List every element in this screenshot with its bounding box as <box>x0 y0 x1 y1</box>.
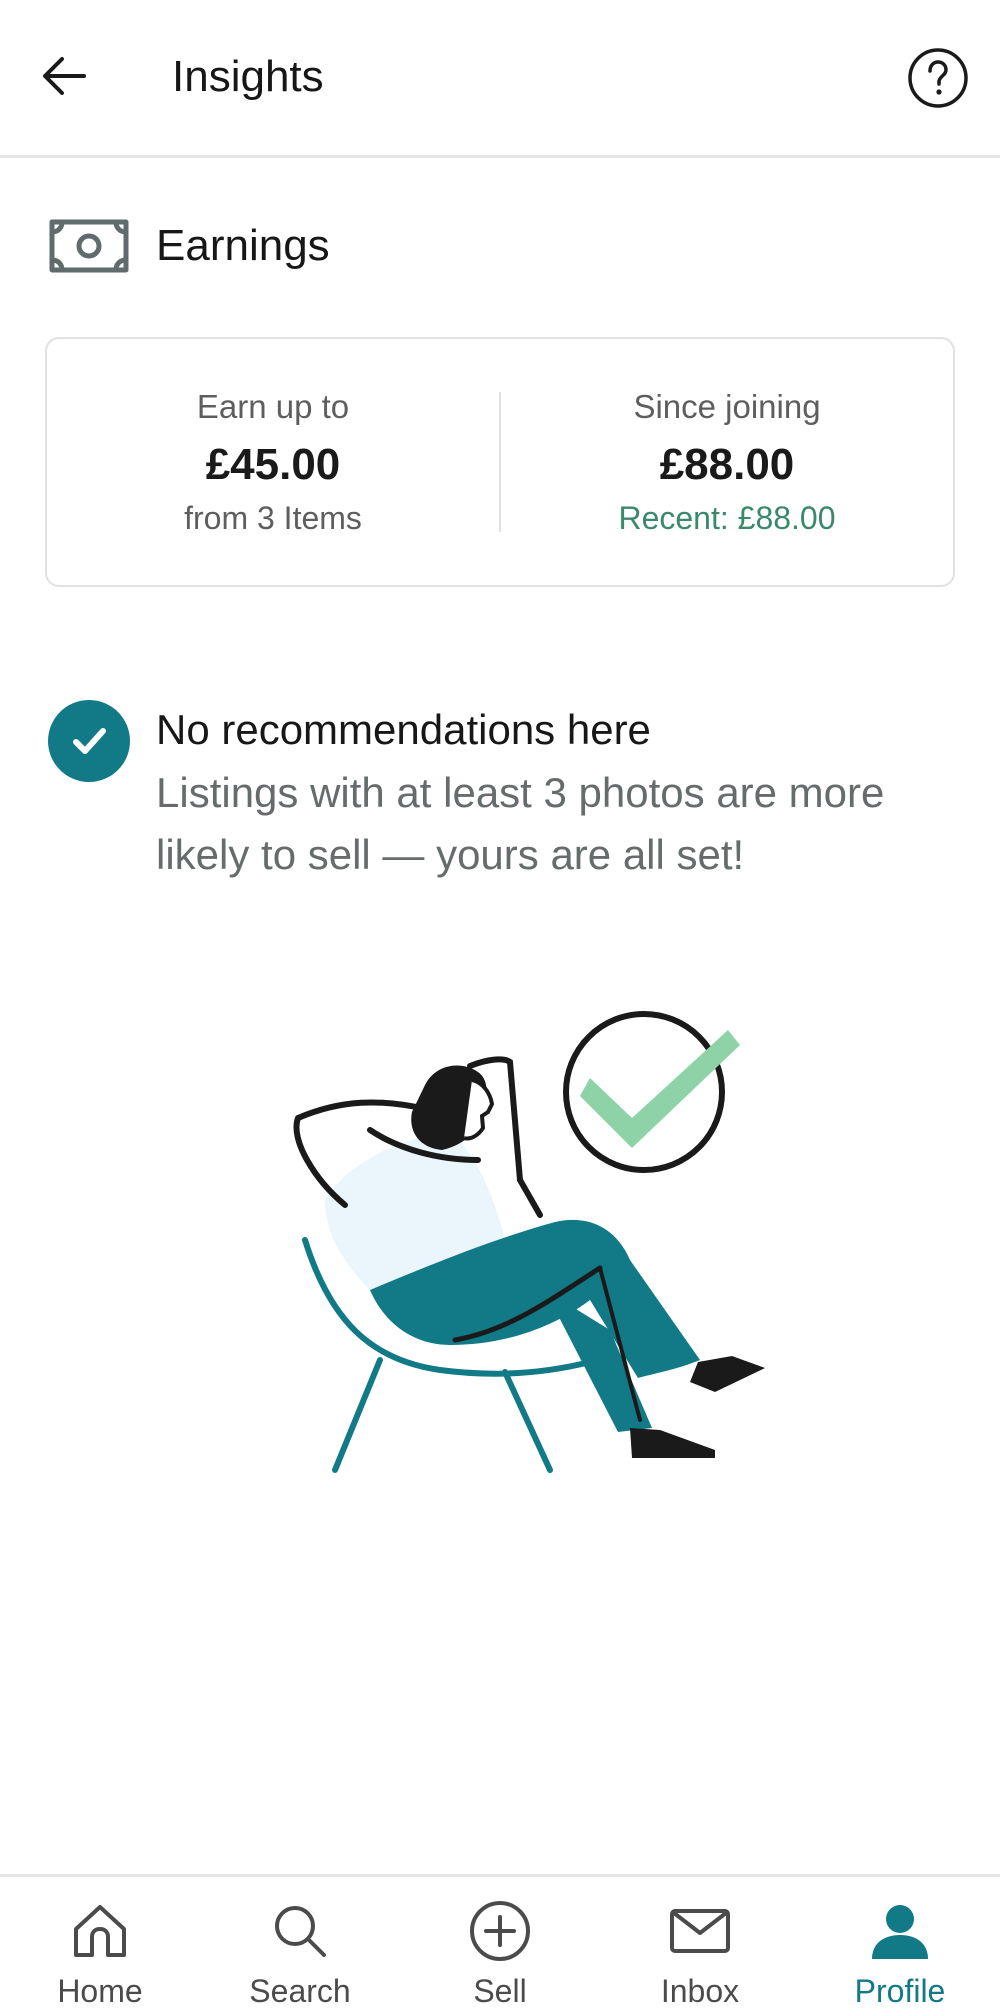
nav-item-profile[interactable]: Profile <box>800 1877 1000 2016</box>
earn-potential-column: Earn up to £45.00 from 3 Items <box>47 339 499 585</box>
earnings-title: Earnings <box>156 221 330 270</box>
since-joining-column: Since joining £88.00 Recent: £88.00 <box>501 339 953 585</box>
home-icon <box>68 1899 132 1963</box>
nav-item-sell[interactable]: Sell <box>400 1877 600 2016</box>
plus-circle-icon <box>468 1899 532 1963</box>
help-button[interactable] <box>906 46 970 110</box>
earnings-header: Earnings <box>48 218 330 274</box>
check-circle-icon <box>48 700 130 782</box>
bottom-navigation: Home Search Sell Inbox Profile <box>0 1874 1000 2016</box>
recommendation-body: Listings with at least 3 photos are more… <box>156 769 885 878</box>
nav-label-home: Home <box>57 1973 143 2009</box>
page-title: Insights <box>172 52 324 101</box>
nav-label-sell: Sell <box>473 1973 527 2009</box>
since-joining-label: Since joining <box>633 387 821 425</box>
back-button[interactable] <box>28 40 100 112</box>
relaxing-person-illustration <box>293 1011 765 1473</box>
recommendation-title: No recommendations here <box>156 706 651 753</box>
nav-label-inbox: Inbox <box>660 1973 740 2009</box>
banknote-icon <box>49 219 129 273</box>
search-icon <box>268 1899 332 1963</box>
nav-item-inbox[interactable]: Inbox <box>600 1877 800 2016</box>
earn-potential-sub: from 3 Items <box>184 499 362 536</box>
nav-item-home[interactable]: Home <box>0 1877 200 2016</box>
nav-label-search: Search <box>249 1973 351 2009</box>
recent-earnings: Recent: £88.00 <box>618 499 836 536</box>
insights-screen: Insights Earnings Earn up to £45.00 from… <box>0 0 1000 2016</box>
earn-potential-label: Earn up to <box>196 387 350 425</box>
profile-icon <box>868 1899 932 1963</box>
checkmark-icon <box>73 728 106 754</box>
arrow-left-icon <box>43 57 86 95</box>
nav-label-profile: Profile <box>854 1973 946 2009</box>
question-circle-icon <box>908 48 968 108</box>
earn-potential-value: £45.00 <box>205 439 341 489</box>
since-joining-value: £88.00 <box>659 439 795 489</box>
top-app-bar: Insights <box>0 0 1000 158</box>
earnings-card: Earn up to £45.00 from 3 Items Since joi… <box>45 337 955 587</box>
mail-icon <box>668 1899 732 1963</box>
nav-item-search[interactable]: Search <box>200 1877 400 2016</box>
